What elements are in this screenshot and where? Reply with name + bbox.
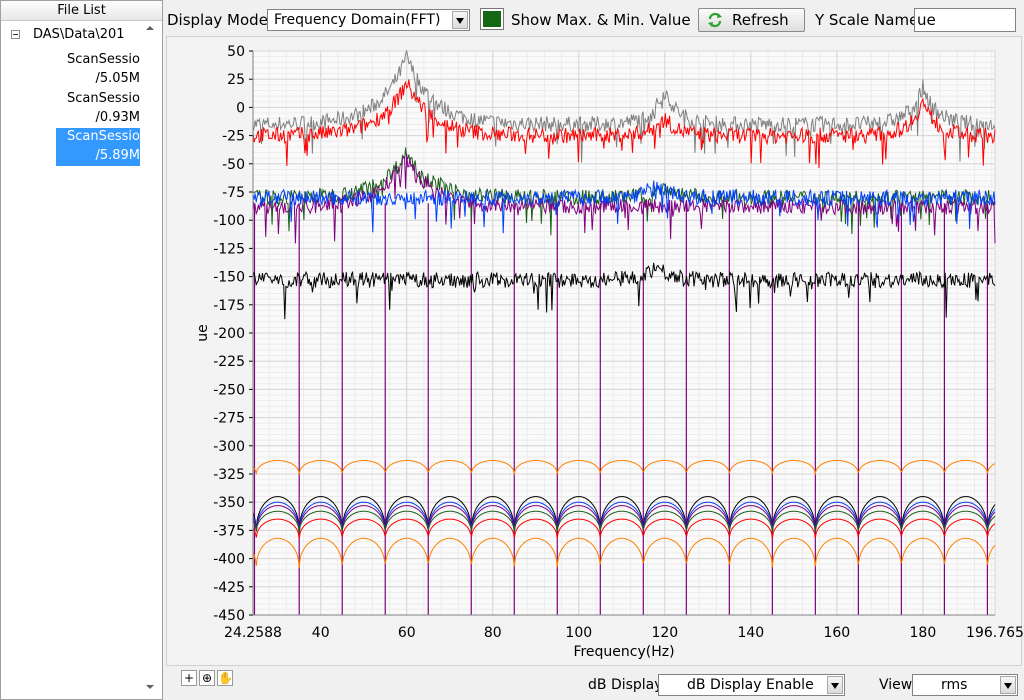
db-display-label: dB Display: [588, 677, 663, 693]
display-mode-label: Display Mode: [167, 11, 268, 29]
crosshair-icon[interactable]: +: [181, 670, 197, 686]
x-tick-label: 120: [651, 625, 678, 641]
tree-root-label: DAS\Data\201: [33, 27, 125, 42]
file-size: /5.89M: [95, 148, 140, 163]
zoom-icon[interactable]: ⊕: [199, 670, 215, 686]
y-tick-label: -75: [222, 185, 245, 201]
y-tick-label: -250: [213, 382, 245, 398]
view-select[interactable]: rms: [912, 674, 1018, 696]
dropdown-arrow-icon[interactable]: [452, 11, 468, 29]
x-tick-label: 80: [484, 625, 502, 641]
chart-tools: + ⊕ ✋: [181, 670, 235, 686]
refresh-button[interactable]: Refresh: [698, 8, 805, 32]
y-tick-label: -400: [213, 552, 245, 568]
file-name: ScanSessio: [67, 91, 140, 106]
file-size: /0.93M: [95, 110, 140, 125]
tree-file-item[interactable]: ScanSessio /0.93M: [56, 90, 140, 128]
y-tick-label: -25: [222, 129, 245, 145]
y-axis-label: ue: [195, 324, 211, 342]
x-tick-label: 160: [823, 625, 850, 641]
file-list-scrollbar[interactable]: [140, 21, 162, 699]
y-tick-label: -200: [213, 326, 245, 342]
y-tick-label: -175: [213, 298, 245, 314]
y-tick-label: -275: [213, 411, 245, 427]
display-mode-value: Frequency Domain(FFT): [274, 12, 441, 28]
collapse-icon[interactable]: [11, 30, 20, 39]
tree-root-folder[interactable]: DAS\Data\201: [11, 26, 146, 44]
y-tick-label: -125: [213, 241, 245, 257]
show-maxmin-label: Show Max. & Min. Value: [511, 11, 691, 29]
scroll-down-icon[interactable]: [146, 685, 154, 689]
y-tick-label: -225: [213, 354, 245, 370]
display-mode-select[interactable]: Frequency Domain(FFT): [267, 9, 470, 31]
file-list-panel: File List DAS\Data\201 ScanSessio /5.05M…: [0, 0, 163, 700]
db-display-value: dB Display Enable: [687, 677, 814, 693]
view-value: rms: [941, 677, 968, 693]
x-tick-label: 180: [910, 625, 937, 641]
y-tick-label: -325: [213, 467, 245, 483]
tree-file-item[interactable]: ScanSessio /5.05M: [56, 51, 140, 89]
file-name: ScanSessio: [67, 52, 140, 67]
y-scale-name-label: Y Scale Name: [815, 11, 919, 29]
x-tick-label: 100: [565, 625, 592, 641]
y-tick-label: -300: [213, 439, 245, 455]
y-tick-label: -375: [213, 523, 245, 539]
db-display-select[interactable]: dB Display Enable: [658, 674, 845, 696]
y-tick-label: -350: [213, 495, 245, 511]
y-tick-label: 25: [227, 72, 245, 88]
fft-chart[interactable]: 50 25 0 -25 -50 -75 -100 -125 -150 -175 -200 -225 -2…: [166, 36, 1023, 667]
maxmin-color-swatch[interactable]: [480, 8, 504, 30]
dropdown-arrow-icon[interactable]: [1000, 676, 1016, 694]
refresh-label: Refresh: [732, 11, 789, 29]
y-scale-name-input[interactable]: ue: [914, 8, 1016, 32]
x-tick-label: 196.765: [966, 625, 1023, 641]
file-size: /5.05M: [95, 71, 140, 86]
x-tick-label: 140: [737, 625, 764, 641]
y-tick-label: 50: [227, 44, 245, 60]
tree-file-item-selected[interactable]: ScanSessio /5.89M: [56, 128, 140, 166]
y-tick-label: -50: [222, 157, 245, 173]
y-tick-label: -450: [213, 608, 245, 624]
x-tick-label: 40: [312, 625, 330, 641]
pan-hand-icon[interactable]: ✋: [217, 670, 233, 686]
y-tick-label: -425: [213, 580, 245, 596]
file-list-header: File List: [1, 1, 162, 21]
scroll-up-icon[interactable]: [146, 26, 154, 30]
dropdown-arrow-icon[interactable]: [827, 676, 843, 694]
refresh-icon: [708, 12, 722, 28]
x-tick-label: 24.2588: [224, 625, 282, 641]
x-tick-label: 60: [398, 625, 416, 641]
fft-chart-svg[interactable]: 50 25 0 -25 -50 -75 -100 -125 -150 -175 -200 -225 -2…: [167, 37, 1023, 667]
file-name: ScanSessio: [67, 129, 140, 144]
view-label: View: [879, 677, 913, 693]
y-tick-label: -150: [213, 270, 245, 286]
x-axis-label: Frequency(Hz): [573, 644, 674, 660]
y-tick-label: -100: [213, 213, 245, 229]
y-tick-label: 0: [236, 100, 245, 116]
